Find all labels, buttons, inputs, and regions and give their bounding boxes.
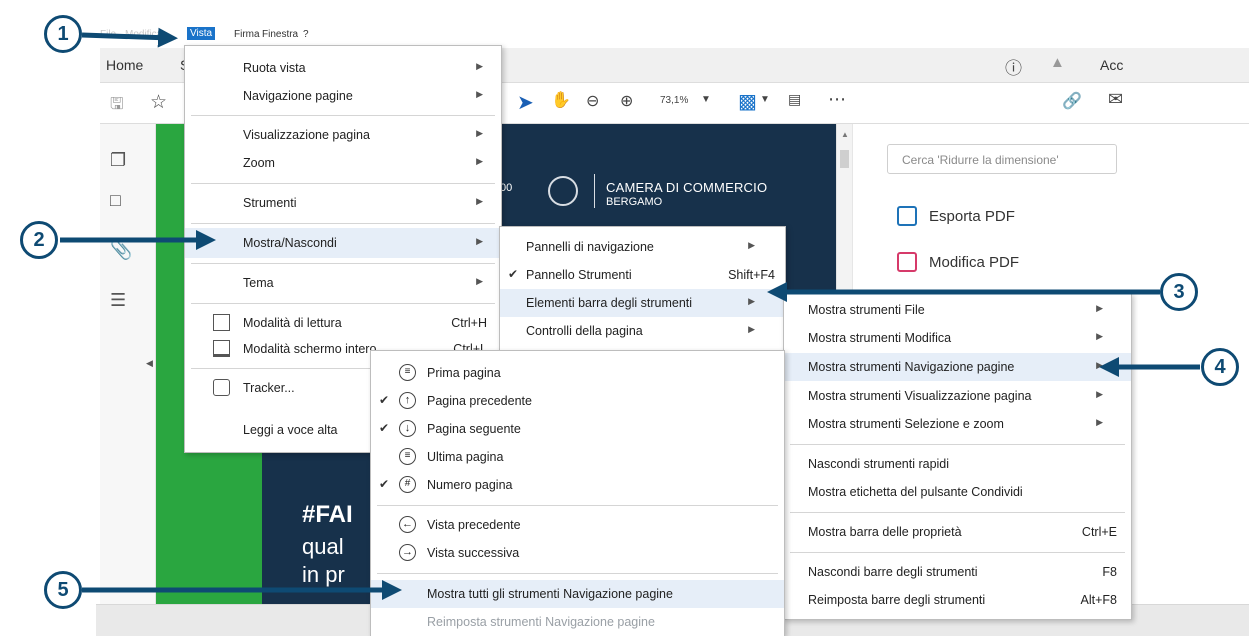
annotation-arrows: [60, 27, 1200, 600]
annotation-badge-3: 3: [1160, 273, 1198, 311]
annotation-badge-4: 4: [1201, 348, 1239, 386]
arrow-1: [81, 27, 178, 48]
annotation-badge-5: 5: [44, 571, 82, 609]
annotation-badge-2: 2: [20, 221, 58, 259]
annotation-badge-1: 1: [44, 15, 82, 53]
